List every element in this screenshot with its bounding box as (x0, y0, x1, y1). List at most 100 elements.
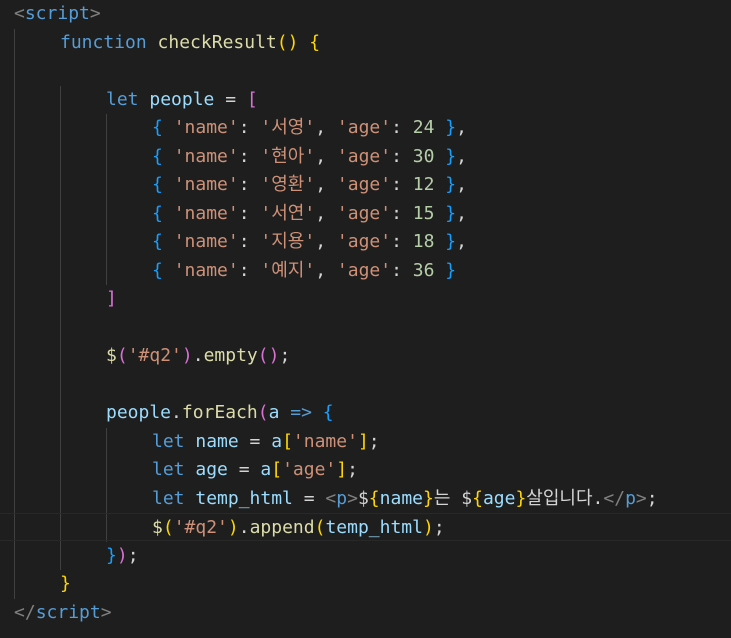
code-line[interactable]: } (0, 570, 731, 598)
code-token: 15 (412, 202, 435, 224)
code-token: let (152, 487, 185, 509)
code-token: { (152, 259, 163, 281)
code-line[interactable]: <script> (0, 0, 731, 28)
code-token: 'age' (336, 117, 392, 138)
code-token: } (445, 259, 457, 281)
code-token: 'name' (173, 202, 239, 224)
code-token: , (456, 231, 467, 252)
code-line[interactable]: function checkResult() { (0, 29, 731, 57)
code-token: : (238, 231, 261, 252)
code-token: people (106, 402, 172, 423)
code-token: { (152, 174, 163, 195)
code-token: ( (314, 517, 326, 538)
code-line[interactable]: let temp_html = <p>${name}는 ${age}살입니다.<… (0, 485, 731, 513)
code-line[interactable]: </script> (0, 599, 731, 627)
code-token: ; (347, 459, 358, 480)
code-token: ] (106, 288, 117, 309)
code-token: '#q2' (173, 517, 228, 538)
code-token: 'age' (336, 145, 392, 167)
code-token: } (423, 487, 434, 509)
code-token: = (214, 88, 247, 110)
code-token: people (149, 88, 215, 110)
code-line[interactable]: people.forEach(a => { (0, 399, 731, 427)
code-token: } (60, 573, 71, 594)
code-token: } (515, 487, 527, 509)
code-line[interactable]: { 'name': '예지', 'age': 36 } (0, 257, 731, 285)
code-token: '지용' (260, 231, 316, 252)
code-token: = (227, 459, 261, 480)
code-token: </ (14, 601, 36, 623)
code-token: < (14, 3, 25, 24)
code-token: 12 (412, 174, 435, 195)
code-token: 'age' (336, 259, 392, 281)
code-editor[interactable]: <script> function checkResult() {let peop… (0, 0, 731, 638)
code-token: ] (357, 430, 369, 452)
code-line[interactable]: let name = a['name']; (0, 428, 731, 456)
code-token: script (35, 601, 101, 623)
code-token: 18 (412, 231, 435, 252)
code-line[interactable]: { 'name': '지용', 'age': 18 }, (0, 228, 731, 256)
code-line[interactable] (0, 371, 731, 399)
code-line[interactable]: let age = a['age']; (0, 456, 731, 484)
code-token: '현아' (260, 145, 316, 167)
code-line[interactable]: ] (0, 285, 731, 313)
code-token: 'name' (173, 231, 239, 252)
code-line[interactable]: { 'name': '서영', 'age': 24 }, (0, 114, 731, 142)
code-token: 30 (412, 145, 435, 167)
code-line[interactable]: { 'name': '영환', 'age': 12 }, (0, 171, 731, 199)
code-token: 'name' (292, 430, 358, 452)
code-token: [ (246, 88, 258, 110)
code-token: age (482, 487, 516, 509)
code-token: , (456, 202, 467, 224)
code-line[interactable] (0, 57, 731, 85)
code-token: => (290, 402, 312, 423)
code-token: name (379, 487, 423, 509)
code-token: { (322, 402, 334, 423)
code-token: 36 (412, 259, 435, 281)
code-token: empty (203, 345, 258, 366)
code-line[interactable]: { 'name': '서연', 'age': 15 }, (0, 200, 731, 228)
code-token: } (445, 174, 457, 195)
code-token: } (445, 231, 457, 252)
code-token: '예지' (260, 259, 316, 281)
code-line-current[interactable]: $('#q2').append(temp_html); (0, 513, 731, 541)
code-token: , (456, 117, 467, 138)
code-token: { (152, 145, 163, 167)
code-token: 'age' (336, 202, 392, 224)
code-line[interactable]: $('#q2').empty(); (0, 342, 731, 370)
code-token: let (152, 430, 185, 452)
code-token: ] (336, 459, 348, 480)
code-line[interactable]: let people = [ (0, 86, 731, 114)
code-token: ) (116, 544, 128, 566)
code-token: { (152, 117, 163, 138)
code-token: let (152, 459, 185, 480)
code-token: ) (181, 345, 193, 366)
code-line[interactable] (0, 314, 731, 342)
code-token: 'name' (173, 174, 239, 195)
code-token: '#q2' (127, 345, 182, 366)
code-token: </ (603, 487, 626, 509)
code-token: () (257, 345, 280, 366)
code-token: () (276, 31, 299, 53)
code-token: script (24, 3, 90, 24)
code-token: , (315, 174, 337, 195)
code-token: ; (368, 430, 380, 452)
code-token: $ (152, 517, 163, 538)
code-line[interactable]: { 'name': '현아', 'age': 30 }, (0, 143, 731, 171)
code-token: 'name' (173, 117, 239, 138)
code-token: forEach (181, 402, 258, 423)
code-line[interactable]: }); (0, 542, 731, 570)
code-token: > (635, 487, 647, 509)
code-token: ( (162, 517, 174, 538)
code-token: temp_html (325, 517, 423, 538)
code-token: p (625, 487, 636, 509)
code-token: } (445, 117, 457, 138)
